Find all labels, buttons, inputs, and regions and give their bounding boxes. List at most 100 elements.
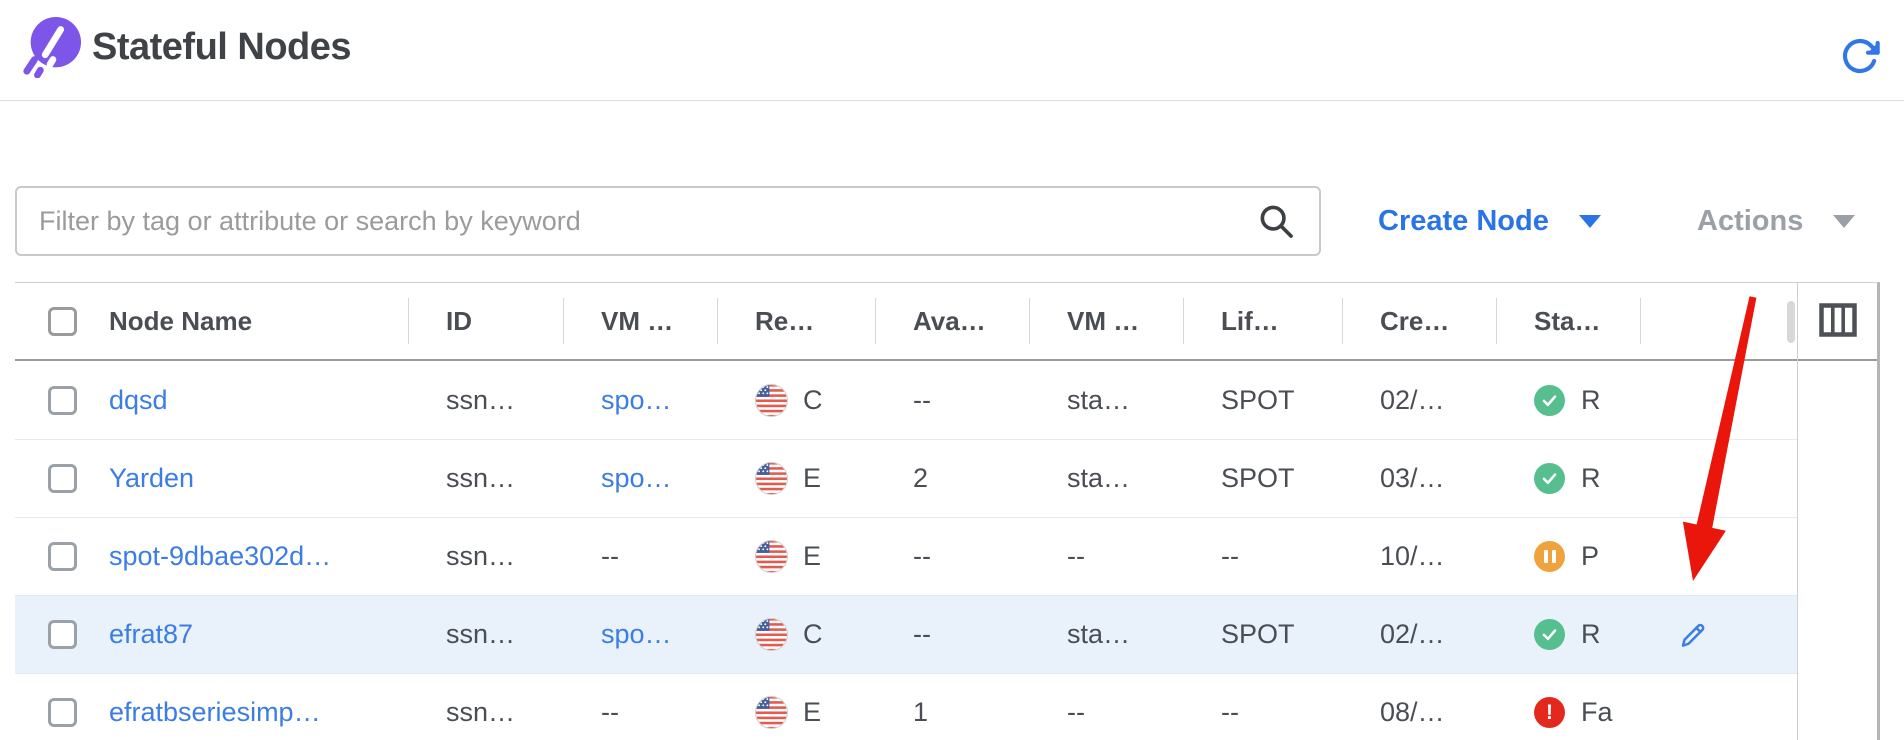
region-value: E	[803, 697, 821, 728]
availability-value: 1	[875, 674, 1029, 740]
actions-button[interactable]: Actions	[1697, 186, 1855, 256]
status-label: R	[1581, 385, 1601, 416]
stateful-nodes-table: Node Name ID VM … Re… Ava… VM … Lif… Cre…	[15, 282, 1880, 740]
row-checkbox[interactable]	[48, 620, 77, 649]
check-circle-icon	[1534, 619, 1565, 650]
column-picker-button[interactable]	[1818, 303, 1858, 339]
region-value: E	[803, 463, 821, 494]
header-cell-region: Re…	[717, 283, 875, 359]
node-name-link[interactable]: efratbseriesimp…	[109, 697, 321, 728]
availability-value: 2	[875, 440, 1029, 517]
refresh-button[interactable]	[1840, 36, 1880, 76]
created-value: 03/…	[1342, 440, 1496, 517]
create-node-label: Create Node	[1378, 205, 1549, 238]
node-name-link[interactable]: spot-9dbae302d…	[109, 541, 331, 572]
vm-size-value: --	[1029, 518, 1183, 595]
row-checkbox[interactable]	[48, 542, 77, 571]
table-row[interactable]: efratbseriesimp… ssn… --	[15, 673, 1797, 740]
spot-logo-icon	[20, 14, 82, 78]
row-checkbox[interactable]	[48, 698, 77, 727]
filter-bar	[15, 186, 1321, 256]
column-picker-icon	[1819, 303, 1857, 337]
node-id: ssn…	[408, 440, 563, 517]
table-row[interactable]: spot-9dbae302d… ssn… --	[15, 517, 1797, 595]
table-row[interactable]: dqsd ssn… spo…	[15, 361, 1797, 439]
table-header-row: Node Name ID VM … Re… Ava… VM … Lif… Cre…	[15, 283, 1797, 361]
availability-value: --	[875, 518, 1029, 595]
pencil-icon	[1678, 620, 1708, 650]
vm-size-value: --	[1029, 674, 1183, 740]
created-value: 02/…	[1342, 596, 1496, 673]
header-cell-lifecycle: Lif…	[1183, 283, 1342, 359]
row-checkbox[interactable]	[48, 386, 77, 415]
status-label: R	[1581, 463, 1601, 494]
table-row-selected[interactable]: efrat87 ssn… spo…	[15, 595, 1797, 673]
vm-size-value: sta…	[1029, 596, 1183, 673]
column-label: Node Name	[109, 306, 252, 337]
node-name-link[interactable]: efrat87	[109, 619, 193, 650]
column-picker-cell	[1798, 283, 1877, 361]
table-row[interactable]: Yarden ssn… spo… E	[15, 439, 1797, 517]
header-cell-actions	[1640, 283, 1797, 359]
table-settings-column	[1797, 283, 1877, 740]
region-value: E	[803, 541, 821, 572]
vm-link[interactable]: spo…	[601, 463, 672, 494]
us-flag-icon	[755, 696, 788, 729]
node-id: ssn…	[408, 518, 563, 595]
header-cell-status: Sta…	[1496, 283, 1640, 359]
header-cell-node-name: Node Name	[15, 283, 408, 359]
edit-node-button[interactable]	[1678, 620, 1708, 650]
vm-link[interactable]: spo…	[601, 385, 672, 416]
filter-input[interactable]	[17, 206, 1257, 237]
status-label: P	[1581, 541, 1599, 572]
created-value: 02/…	[1342, 361, 1496, 439]
availability-value: --	[875, 596, 1029, 673]
lifecycle-value: SPOT	[1183, 440, 1342, 517]
node-name-link[interactable]: dqsd	[109, 385, 168, 416]
us-flag-icon	[755, 540, 788, 573]
chevron-down-icon	[1579, 215, 1601, 228]
vm-link[interactable]: spo…	[601, 619, 672, 650]
header-cell-created: Cre…	[1342, 283, 1496, 359]
node-name-link[interactable]: Yarden	[109, 463, 194, 494]
lifecycle-value: SPOT	[1183, 361, 1342, 439]
check-circle-icon	[1534, 463, 1565, 494]
page-header: Stateful Nodes	[0, 0, 1904, 101]
us-flag-icon	[755, 462, 788, 495]
header-cell-availability: Ava…	[875, 283, 1029, 359]
select-all-checkbox[interactable]	[48, 307, 77, 336]
vm-size-value: sta…	[1029, 361, 1183, 439]
header-cell-vm2: VM …	[1029, 283, 1183, 359]
created-value: 10/…	[1342, 518, 1496, 595]
refresh-icon	[1840, 36, 1880, 76]
header-cell-id: ID	[408, 283, 563, 359]
actions-label: Actions	[1697, 205, 1803, 238]
vm-value: --	[563, 674, 717, 740]
node-id: ssn…	[408, 596, 563, 673]
table-scroll-area: Node Name ID VM … Re… Ava… VM … Lif… Cre…	[15, 283, 1797, 740]
node-id: ssn…	[408, 674, 563, 740]
check-circle-icon	[1534, 385, 1565, 416]
status-label: Fa	[1581, 697, 1613, 728]
error-circle-icon: !	[1534, 697, 1565, 728]
vm-size-value: sta…	[1029, 440, 1183, 517]
lifecycle-value: SPOT	[1183, 596, 1342, 673]
us-flag-icon	[755, 618, 788, 651]
vm-value: --	[563, 518, 717, 595]
chevron-down-icon	[1833, 215, 1855, 228]
row-checkbox[interactable]	[48, 464, 77, 493]
header-cell-vm: VM …	[563, 283, 717, 359]
lifecycle-value: --	[1183, 674, 1342, 740]
lifecycle-value: --	[1183, 518, 1342, 595]
create-node-button[interactable]: Create Node	[1378, 186, 1601, 256]
search-icon[interactable]	[1257, 202, 1295, 240]
availability-value: --	[875, 361, 1029, 439]
created-value: 08/…	[1342, 674, 1496, 740]
us-flag-icon	[755, 384, 788, 417]
status-label: R	[1581, 619, 1601, 650]
region-value: C	[803, 619, 823, 650]
horizontal-scrollbar-thumb[interactable]	[1787, 301, 1795, 343]
page-title: Stateful Nodes	[92, 26, 351, 69]
pause-circle-icon	[1534, 541, 1565, 572]
region-value: C	[803, 385, 823, 416]
